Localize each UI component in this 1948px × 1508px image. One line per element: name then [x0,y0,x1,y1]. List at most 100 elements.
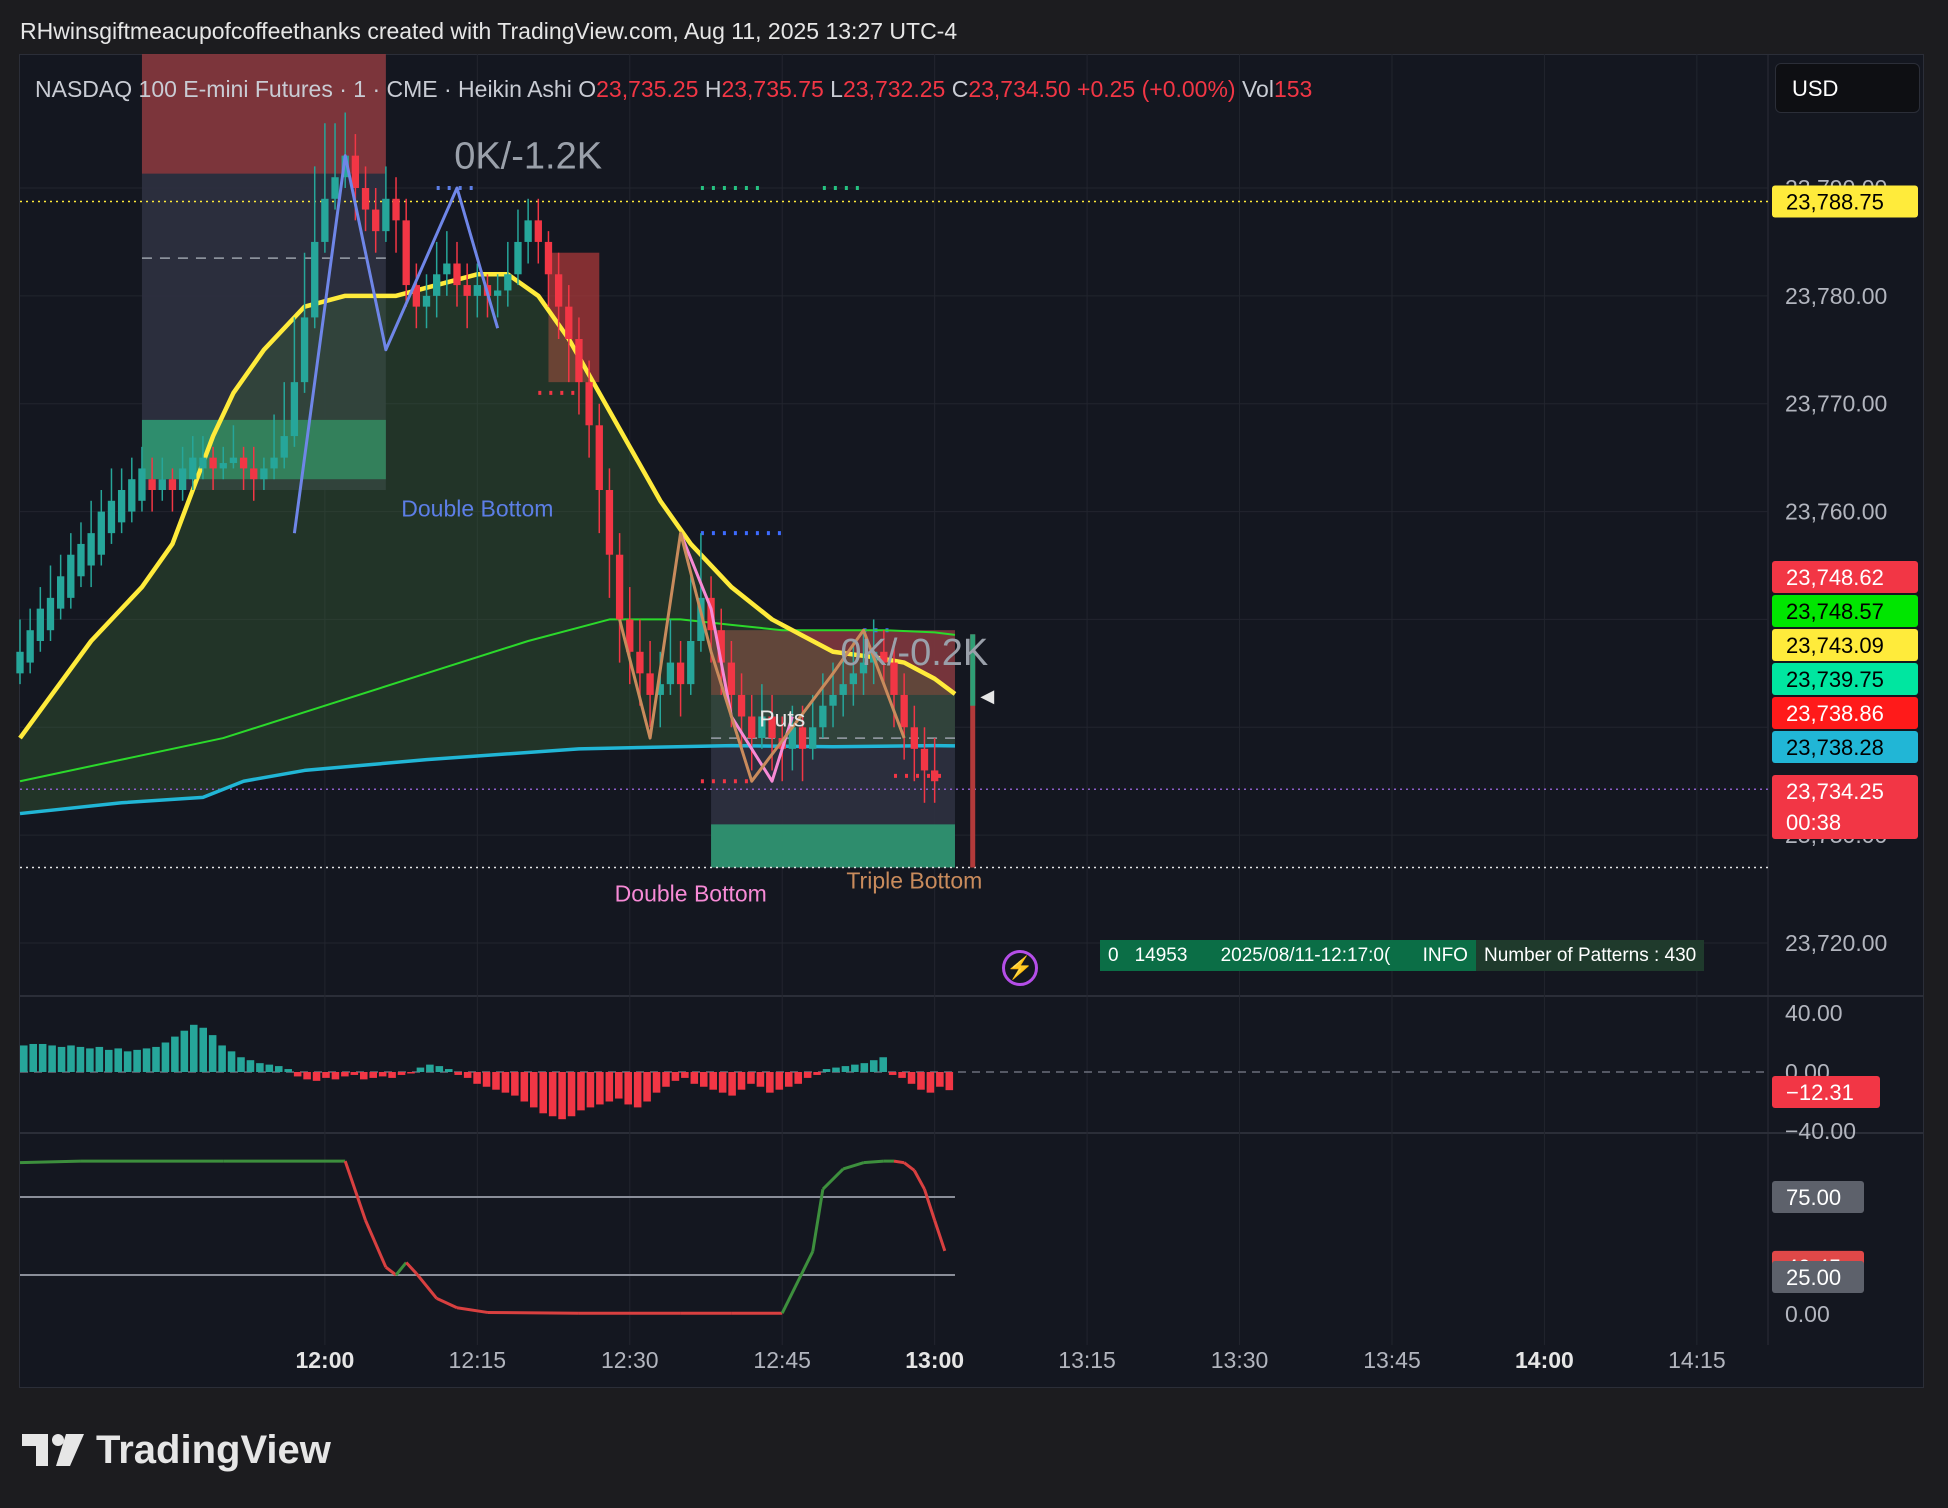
histogram-bar [104,1049,113,1072]
candle-body [504,274,512,291]
candle-body [534,220,542,242]
candle-body [178,468,187,490]
symbol-legend: NASDAQ 100 E-mini Futures · 1 · CME · He… [35,76,1312,103]
open-label: O [578,76,597,102]
histogram-bar [444,1069,453,1072]
oscillator-line [863,1159,884,1165]
histogram-bar [67,1045,75,1072]
price-axis-label-text: 23,738.28 [1786,735,1884,760]
candle-body [920,748,929,771]
pattern-label: Double Bottom [615,880,767,906]
candle-body [158,479,166,490]
oscillator-line [405,1261,418,1275]
histogram-bar [869,1060,878,1072]
histogram-bar [20,1045,28,1072]
histogram-bar [142,1048,151,1072]
histogram-value-text: −12.31 [1786,1080,1854,1105]
price-axis-label-text: 23,748.57 [1786,599,1884,624]
price-axis-label-text: 23,748.62 [1786,565,1884,590]
histogram-bar [756,1072,765,1087]
histogram-bar [378,1072,387,1077]
histogram-bar [511,1072,519,1096]
histogram-bar [152,1046,160,1072]
histogram-axis-tick: −40.00 [1785,1118,1856,1144]
loss-zone-top [141,54,386,174]
histogram-bar [133,1049,141,1072]
histogram-bar [558,1072,566,1120]
candle-body [453,263,461,286]
histogram-bar [709,1072,717,1090]
histogram-bar [671,1072,680,1081]
histogram-bar [492,1072,500,1090]
histogram-bar [57,1046,66,1072]
histogram-bar [397,1072,406,1075]
candle-body [544,241,553,275]
candle-body [87,533,95,566]
histogram-bar [614,1072,623,1099]
oscillator-line [456,1306,488,1314]
pattern-info-table: 0 14953 2025/08/11-12:17:0( INFO Number … [1100,940,1705,971]
candle-body [514,241,522,275]
histogram-bar [548,1072,557,1117]
histogram-bar [473,1072,481,1084]
candle-body [117,490,126,523]
tradingview-logo[interactable]: TradingView [22,1425,331,1475]
candle-body [280,436,288,458]
histogram-bar [359,1072,368,1080]
histogram-bar [303,1072,311,1080]
candle-body [16,651,24,674]
time-axis-tick: 13:00 [905,1347,964,1373]
histogram-bar [208,1035,217,1072]
oscillator-line [923,1188,937,1221]
histogram-bar [813,1072,821,1075]
histogram-bar [293,1072,302,1077]
histogram-bar [822,1069,831,1072]
histogram-bar [416,1067,425,1072]
time-axis-tick: 13:30 [1211,1347,1269,1373]
candle-body [737,694,746,717]
histogram-bar [454,1072,462,1075]
oscillator-value-text: 75.00 [1786,1185,1841,1210]
candle-body [250,468,258,480]
time-axis-tick: 12:15 [449,1347,507,1373]
time-axis-tick: 12:45 [753,1347,811,1373]
candle-body [270,457,278,469]
candle-body [209,457,217,469]
currency-button[interactable]: USD [1775,63,1920,113]
histogram-bar [917,1072,925,1090]
candle-body [687,641,695,685]
histogram-bar [907,1072,916,1084]
volume-label: Vol [1241,76,1274,102]
histogram-bar [898,1072,906,1078]
tradingview-logo-icon [22,1434,84,1466]
time-axis-tick: 14:15 [1668,1347,1726,1373]
histogram-bar [596,1072,604,1105]
info-cell-count: Number of Patterns : 430 [1475,940,1705,971]
candle-body [372,209,380,232]
histogram-bar [123,1051,132,1072]
histogram-bar [180,1030,189,1072]
histogram-bar [501,1072,510,1093]
chart-svg[interactable]: 23,720.0023,730.0023,760.0023,770.0023,7… [0,0,1948,1508]
oscillator-line [780,1250,815,1314]
price-axis-label-text: 23,738.86 [1786,701,1884,726]
oscillator-line [811,1188,825,1252]
candle-body [839,684,847,695]
candle-body [382,198,390,232]
candle-body [168,479,177,490]
price-axis-tick: 23,780.00 [1785,283,1887,309]
histogram-bar [38,1043,47,1072]
histogram-bar [699,1072,708,1087]
oscillator-value-text: 25.00 [1786,1265,1841,1290]
candle-body [128,479,136,512]
lightning-icon[interactable]: ⚡ [1002,950,1038,986]
oscillator-line [903,1161,916,1172]
candle-body [239,457,248,469]
histogram-bar [936,1072,944,1087]
symbol-name: NASDAQ 100 E-mini Futures · 1 · CME · He… [35,76,572,102]
price-axis-tick: 23,720.00 [1785,930,1887,956]
close-value: 23,734.50 [968,76,1071,102]
price-axis-label-text: 23,739.75 [1786,667,1884,692]
histogram-bar [426,1064,434,1072]
candle-body [819,705,827,728]
